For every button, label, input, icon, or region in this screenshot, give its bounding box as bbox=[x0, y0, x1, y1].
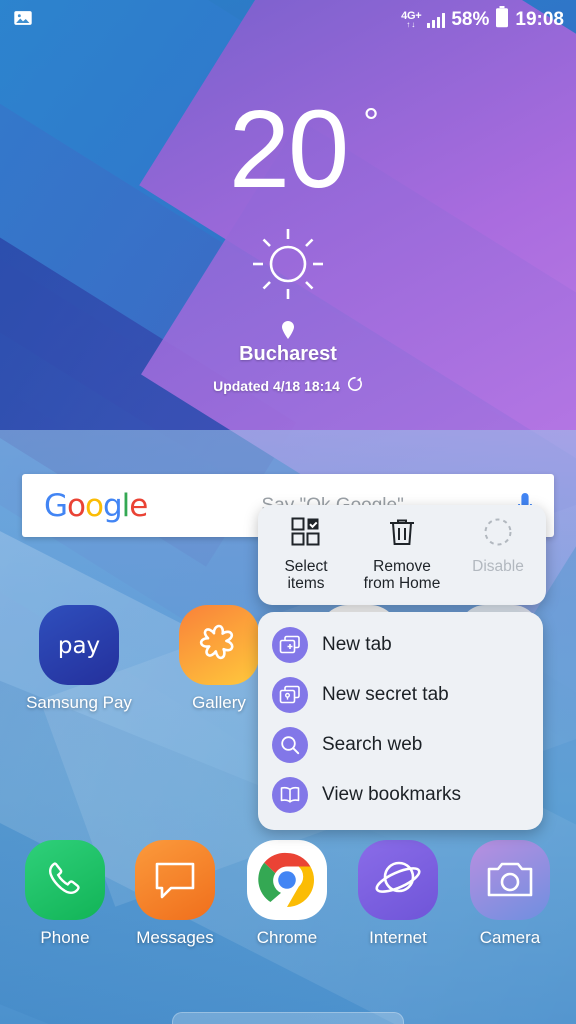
context-menu-label: Select items bbox=[284, 558, 328, 593]
new-tab-icon bbox=[272, 627, 308, 663]
dock-app-label: Phone bbox=[40, 928, 90, 947]
refresh-icon[interactable] bbox=[347, 376, 363, 395]
trash-icon bbox=[388, 517, 416, 552]
shortcut-item-search-web[interactable]: Search web bbox=[258, 720, 543, 770]
bookmarks-icon bbox=[272, 777, 308, 813]
context-menu[interactable]: Select items Remove from Home Disable bbox=[258, 505, 546, 605]
weather-updated[interactable]: Updated 4/18 18:14 bbox=[0, 376, 576, 395]
dock-app-label: Camera bbox=[479, 928, 541, 947]
status-bar-clock: 19:08 bbox=[515, 9, 564, 30]
select-items-icon bbox=[291, 517, 321, 552]
secret-tab-icon bbox=[272, 677, 308, 713]
dock-app-label: Internet bbox=[369, 928, 427, 947]
shortcut-label: New tab bbox=[322, 634, 392, 655]
context-menu-item-select-items[interactable]: Select items bbox=[258, 505, 354, 605]
shortcut-menu-pointer bbox=[384, 812, 412, 828]
weather-widget[interactable]: 20 ° Bucharest Updated 4/18 18:14 bbox=[0, 95, 576, 395]
dock-app-messages[interactable]: Messages bbox=[120, 840, 230, 948]
shortcut-item-new-tab[interactable]: New tab bbox=[258, 620, 543, 670]
battery-percent: 58% bbox=[451, 9, 490, 30]
weather-city: Bucharest bbox=[239, 343, 337, 365]
weather-temperature: 20 ° bbox=[228, 88, 379, 211]
degree-symbol: ° bbox=[363, 101, 379, 145]
shortcut-label: View bookmarks bbox=[322, 784, 462, 805]
weather-updated-text: Updated 4/18 18:14 bbox=[213, 377, 340, 394]
shortcut-label: New secret tab bbox=[322, 684, 449, 705]
dock-app-internet[interactable]: Internet bbox=[343, 840, 453, 948]
home-indicator[interactable] bbox=[172, 1012, 404, 1024]
chrome-icon bbox=[247, 840, 327, 920]
shortcut-item-new-secret-tab[interactable]: New secret tab bbox=[258, 670, 543, 720]
google-logo: Google bbox=[44, 487, 148, 524]
battery-icon bbox=[495, 6, 509, 34]
search-icon bbox=[272, 727, 308, 763]
image-notification-icon bbox=[12, 7, 34, 34]
dock-app-label: Messages bbox=[136, 928, 214, 947]
gallery-icon bbox=[179, 605, 259, 685]
signal-bars-icon bbox=[427, 12, 446, 28]
home-screen: 4G+ ↑↓ 58% 19:08 20 ° Bucharest Updated … bbox=[0, 0, 576, 1024]
dock-app-phone[interactable]: Phone bbox=[10, 840, 120, 948]
location-pin-icon bbox=[281, 321, 295, 339]
phone-icon bbox=[25, 840, 105, 920]
dock: Phone Messages Chrome Internet Camera bbox=[0, 840, 576, 960]
disable-circle-icon bbox=[483, 517, 513, 552]
dock-app-camera[interactable]: Camera bbox=[455, 840, 565, 948]
svg-text:pay: pay bbox=[58, 633, 100, 658]
context-menu-label: Remove from Home bbox=[363, 558, 441, 593]
samsung-pay-icon: pay bbox=[39, 605, 119, 685]
internet-planet-icon bbox=[358, 840, 438, 920]
context-menu-item-remove-from-home[interactable]: Remove from Home bbox=[354, 505, 450, 605]
messages-icon bbox=[135, 840, 215, 920]
shortcut-label: Search web bbox=[322, 734, 423, 755]
app-shortcut-menu[interactable]: New tab New secret tab Search web View b… bbox=[258, 612, 543, 830]
dock-app-chrome[interactable]: Chrome bbox=[232, 840, 342, 948]
app-samsung-pay[interactable]: pay Samsung Pay bbox=[24, 605, 134, 713]
status-bar[interactable]: 4G+ ↑↓ 58% 19:08 bbox=[0, 0, 576, 40]
context-menu-item-disable: Disable bbox=[450, 505, 546, 605]
context-menu-label: Disable bbox=[472, 558, 524, 575]
sunny-icon bbox=[251, 227, 325, 301]
camera-icon bbox=[470, 840, 550, 920]
network-type-indicator: 4G+ ↑↓ bbox=[401, 10, 422, 29]
app-label: Samsung Pay bbox=[26, 693, 132, 712]
dock-app-label: Chrome bbox=[256, 928, 318, 947]
